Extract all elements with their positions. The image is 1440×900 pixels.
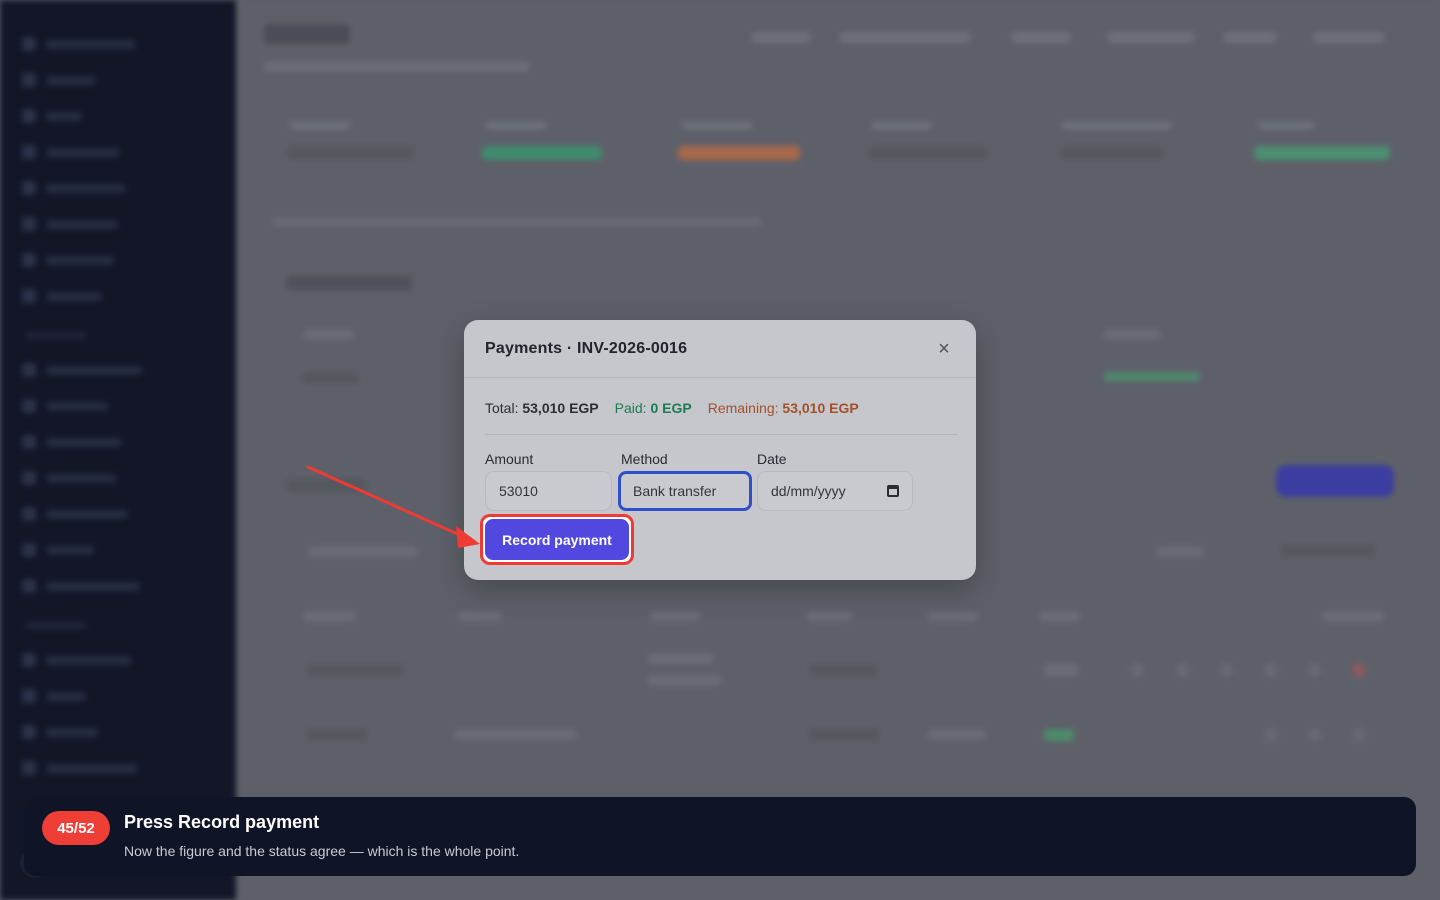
calendar-icon[interactable]: [887, 485, 899, 497]
payment-summary: Total: 53,010 EGP Paid: 0 EGP Remaining:…: [485, 400, 859, 416]
tour-title: Press Record payment: [124, 812, 320, 832]
method-value: Bank transfer: [633, 483, 717, 499]
remaining-value: 53,010 EGP: [782, 400, 859, 416]
sidebar: [0, 0, 236, 900]
paid-label: Paid:: [614, 400, 647, 416]
total-summary: Total: 53,010 EGP: [485, 400, 599, 416]
date-field[interactable]: dd/mm/yyyy: [757, 471, 913, 511]
method-select[interactable]: Bank transfer: [618, 471, 752, 511]
tour-panel: 45/52 Press Record payment Now the figur…: [24, 797, 1416, 876]
amount-value: 53010: [499, 483, 538, 499]
date-label: Date: [757, 451, 787, 467]
total-value: 53,010 EGP: [522, 400, 599, 416]
remaining-summary: Remaining: 53,010 EGP: [708, 400, 859, 416]
amount-label: Amount: [485, 451, 534, 467]
modal-title: Payments · INV-2026-0016: [485, 339, 688, 357]
paid-value: 0 EGP: [650, 400, 692, 416]
tour-description: Now the figure and the status agree — wh…: [124, 843, 520, 859]
close-icon[interactable]: ×: [933, 338, 955, 360]
record-payment-highlight: Record payment: [480, 514, 634, 565]
amount-field[interactable]: 53010: [485, 471, 612, 511]
method-label: Method: [621, 451, 668, 467]
paid-summary: Paid: 0 EGP: [615, 400, 692, 416]
payments-modal: Payments · INV-2026-0016 × Total: 53,010…: [464, 320, 976, 580]
divider: [485, 434, 958, 435]
record-payment-button[interactable]: Record payment: [485, 519, 629, 560]
total-label: Total:: [485, 400, 519, 416]
remaining-label: Remaining:: [707, 400, 779, 416]
tour-step-badge: 45/52: [42, 811, 110, 845]
date-placeholder: dd/mm/yyyy: [771, 483, 846, 499]
modal-header: Payments · INV-2026-0016 ×: [464, 320, 976, 378]
